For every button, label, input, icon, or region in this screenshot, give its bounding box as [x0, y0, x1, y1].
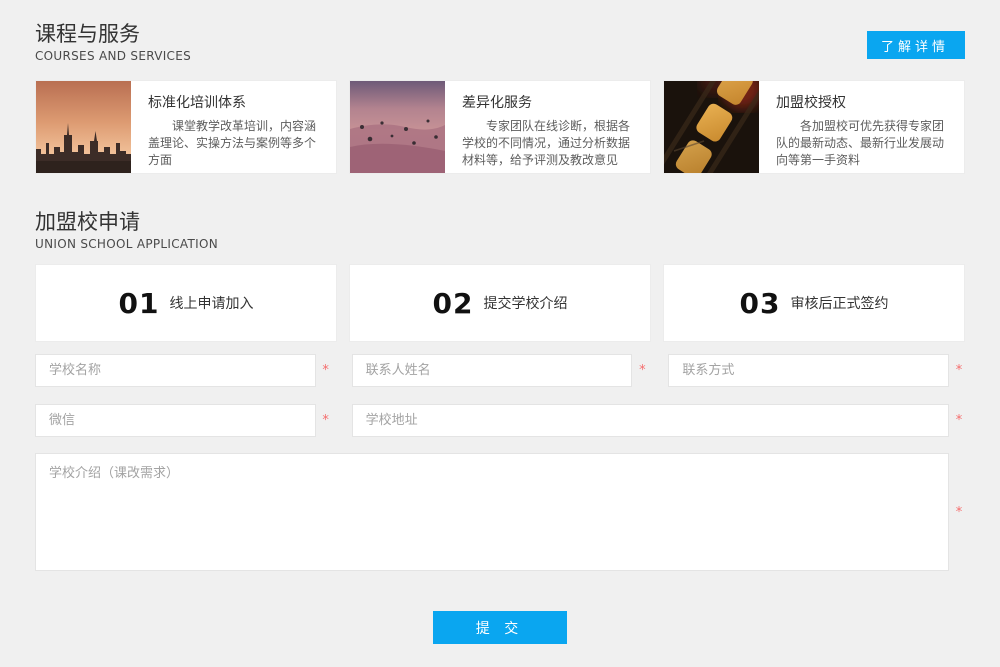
step-label: 审核后正式签约	[790, 293, 888, 313]
service-card-title: 标准化培训体系	[148, 92, 324, 112]
service-card-title: 加盟校授权	[776, 92, 952, 112]
required-asterisk: *	[636, 364, 648, 377]
step-card-1: 01 线上申请加入	[35, 264, 337, 342]
contact-phone-input[interactable]	[668, 354, 949, 387]
courses-section-title: 课程与服务	[35, 22, 191, 46]
form-row-1: * * *	[35, 354, 965, 387]
application-steps-row: 01 线上申请加入 02 提交学校介绍 03 审核后正式签约	[35, 264, 965, 342]
required-asterisk: *	[320, 364, 332, 377]
required-asterisk: *	[320, 414, 332, 427]
submit-button[interactable]: 提 交	[433, 611, 567, 644]
courses-section-subtitle: COURSES AND SERVICES	[35, 49, 191, 63]
form-cell: *	[35, 404, 332, 437]
learn-more-button[interactable]: 了解详情	[867, 31, 965, 59]
form-row-2: * *	[35, 404, 965, 437]
step-card-2: 02 提交学校介绍	[349, 264, 651, 342]
step-card-3: 03 审核后正式签约	[663, 264, 965, 342]
form-cell: *	[35, 354, 332, 387]
form-row-3: *	[35, 453, 965, 571]
form-cell: *	[352, 354, 649, 387]
wechat-input[interactable]	[35, 404, 316, 437]
application-section-title: 加盟校申请	[35, 210, 965, 234]
service-cards-row: 标准化培训体系 课堂教学改革培训，内容涵盖理论、实操方法与案例等多个方面	[35, 80, 965, 174]
step-number: 01	[119, 287, 160, 320]
step-number: 02	[433, 287, 474, 320]
form-cell: *	[35, 453, 965, 571]
service-card-title: 差异化服务	[462, 92, 638, 112]
step-label: 提交学校介绍	[483, 293, 567, 313]
courses-heading-block: 课程与服务 COURSES AND SERVICES	[35, 22, 191, 63]
school-address-input[interactable]	[352, 404, 949, 437]
required-asterisk: *	[953, 364, 965, 377]
contact-name-input[interactable]	[352, 354, 633, 387]
service-card-body: 加盟校授权 各加盟校可优先获得专家团队的最新动态、最新行业发展动向等第一手资料	[759, 81, 964, 173]
desert-dusk-image	[350, 81, 445, 173]
service-card-authorization: 加盟校授权 各加盟校可优先获得专家团队的最新动态、最新行业发展动向等第一手资料	[663, 80, 965, 174]
service-card-desc: 各加盟校可优先获得专家团队的最新动态、最新行业发展动向等第一手资料	[776, 118, 952, 169]
form-cell: *	[352, 404, 965, 437]
service-card-training: 标准化培训体系 课堂教学改革培训，内容涵盖理论、实操方法与案例等多个方面	[35, 80, 337, 174]
required-asterisk: *	[953, 506, 965, 519]
required-asterisk: *	[953, 414, 965, 427]
courses-section-header: 课程与服务 COURSES AND SERVICES 了解详情	[35, 22, 965, 63]
page-container: 课程与服务 COURSES AND SERVICES 了解详情	[35, 0, 965, 644]
application-section-header: 加盟校申请 UNION SCHOOL APPLICATION	[35, 210, 965, 251]
school-name-input[interactable]	[35, 354, 316, 387]
service-card-desc: 课堂教学改革培训，内容涵盖理论、实操方法与案例等多个方面	[148, 118, 324, 169]
school-intro-textarea[interactable]	[35, 453, 949, 571]
service-card-differentiated: 差异化服务 专家团队在线诊断，根据各学校的不同情况，通过分析数据材料等，给予评测…	[349, 80, 651, 174]
service-card-body: 差异化服务 专家团队在线诊断，根据各学校的不同情况，通过分析数据材料等，给予评测…	[445, 81, 650, 173]
application-section-subtitle: UNION SCHOOL APPLICATION	[35, 237, 965, 251]
city-sunset-image	[36, 81, 131, 173]
service-card-desc: 专家团队在线诊断，根据各学校的不同情况，通过分析数据材料等，给予评测及教改意见	[462, 118, 638, 169]
application-form: * * * * * *	[35, 354, 965, 644]
service-card-body: 标准化培训体系 课堂教学改革培训，内容涵盖理论、实操方法与案例等多个方面	[131, 81, 336, 173]
film-strip-image	[664, 81, 759, 173]
step-number: 03	[740, 287, 781, 320]
form-cell: *	[668, 354, 965, 387]
step-label: 线上申请加入	[169, 293, 253, 313]
submit-row: 提 交	[35, 611, 965, 644]
